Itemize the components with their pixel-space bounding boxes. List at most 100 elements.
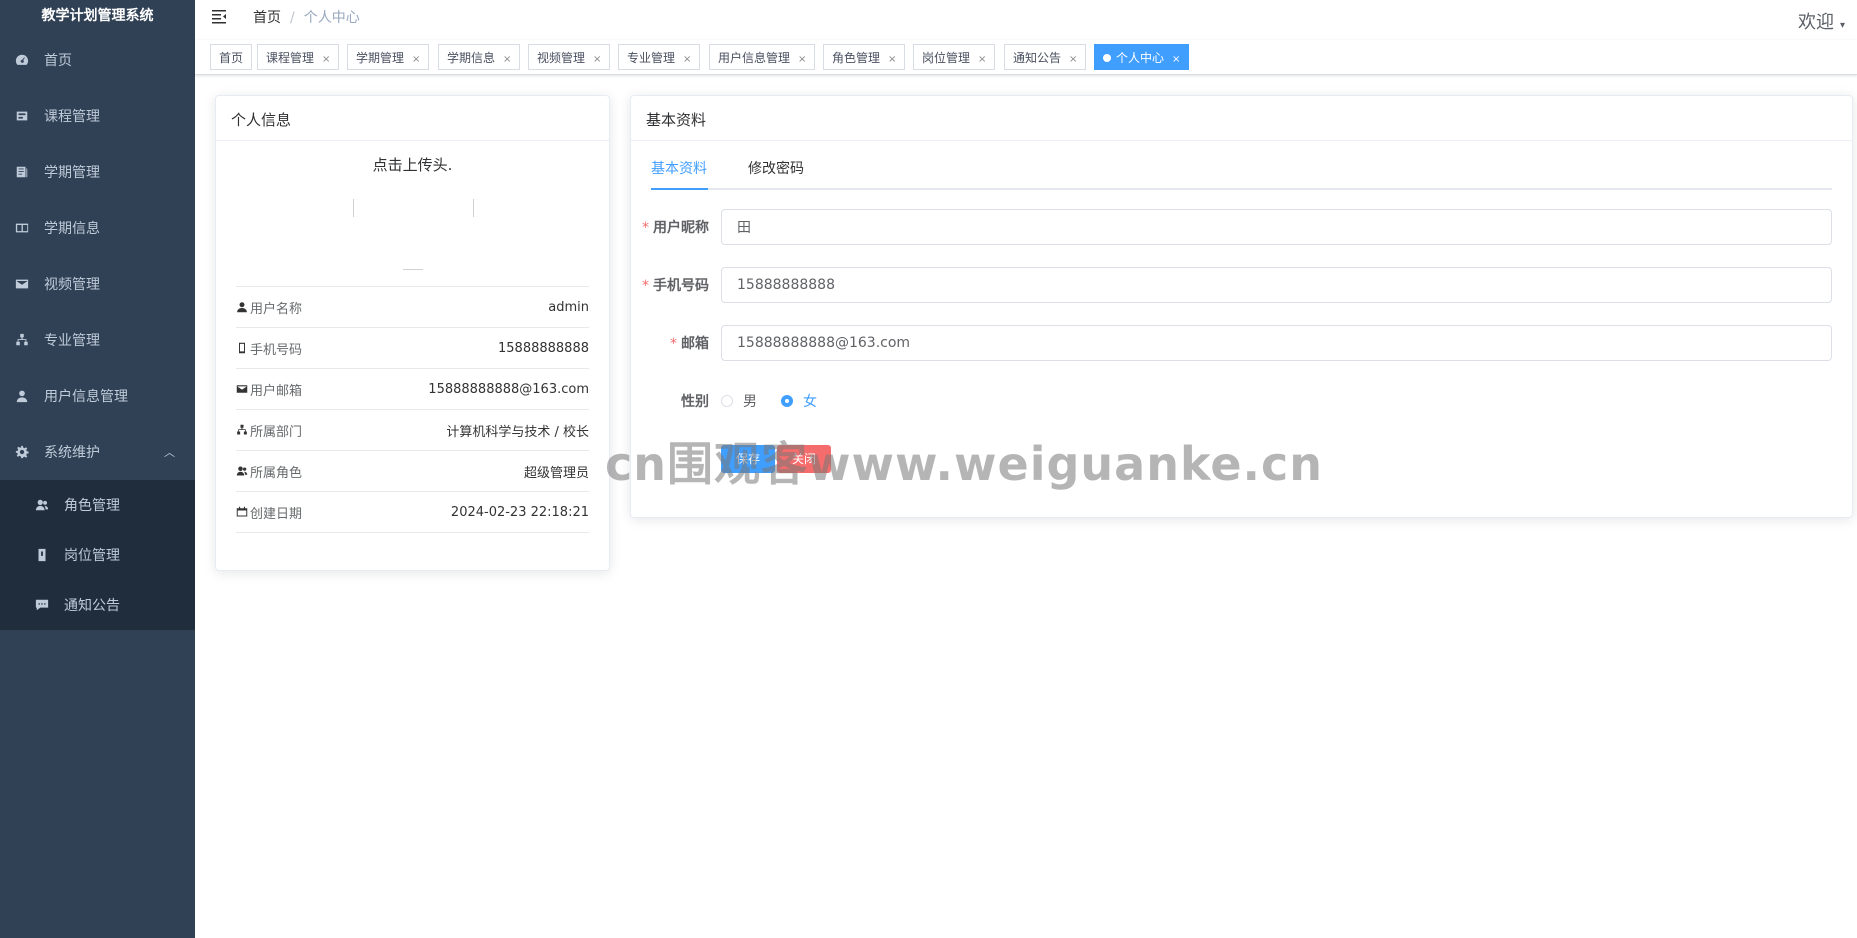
- watermark: cn围观客www.weiguanke.cn: [605, 437, 1324, 491]
- info-value: admin: [548, 299, 589, 315]
- gender-radio-male[interactable]: 男: [721, 391, 757, 411]
- close-icon[interactable]: ×: [1172, 54, 1180, 65]
- sidebar-item-label: 用户信息管理: [44, 389, 128, 405]
- tag-video[interactable]: 视频管理 ×: [528, 44, 611, 70]
- phone-icon: [239, 342, 245, 354]
- tag-term-info[interactable]: 学期信息 ×: [438, 44, 521, 70]
- tab-change-password[interactable]: 修改密码: [748, 158, 804, 178]
- email-label: 邮箱: [681, 336, 709, 352]
- breadcrumb-current: 个人中心: [303, 10, 360, 26]
- phone-label: 手机号码: [653, 278, 709, 294]
- sidebar-item-label: 学期管理: [44, 165, 100, 181]
- radio-circle: [721, 395, 733, 407]
- sidebar-item-home[interactable]: 首页: [0, 32, 195, 88]
- tag-major[interactable]: 专业管理 ×: [618, 44, 701, 70]
- info-label: 用户邮箱: [250, 383, 303, 399]
- tab-basic-info[interactable]: 基本资料: [651, 158, 707, 178]
- sidebar-item-label: 系统维护: [44, 445, 100, 461]
- avatar-outline: [403, 269, 423, 270]
- tag-label: 用户信息管理: [718, 51, 791, 65]
- radio-circle: [781, 395, 793, 407]
- tabs: 基本资料 修改密码: [651, 152, 1832, 190]
- date-icon: [236, 506, 248, 517]
- close-icon[interactable]: ×: [593, 54, 601, 65]
- close-icon[interactable]: ×: [412, 54, 420, 65]
- tag-label: 角色管理: [832, 51, 881, 65]
- tag-label: 岗位管理: [922, 51, 971, 65]
- sidebar-item-label: 首页: [44, 53, 72, 69]
- list-item: 所属角色 超级管理员: [236, 451, 589, 492]
- list-item: 所属部门 计算机科学与技术 / 校长: [236, 410, 589, 451]
- tab-active-bar: [651, 188, 708, 190]
- tag-home[interactable]: 首页: [210, 44, 253, 70]
- close-icon[interactable]: ×: [322, 54, 330, 65]
- hamburger-icon[interactable]: [211, 8, 227, 24]
- info-value: 计算机科学与技术 / 校长: [446, 424, 589, 440]
- avatar-upload-hint: 点击上传头.: [372, 156, 453, 174]
- sidebar-item-video[interactable]: 视频管理: [0, 256, 195, 312]
- tag-label: 通知公告: [1013, 51, 1062, 65]
- nickname-input[interactable]: [721, 209, 1832, 245]
- breadcrumb-separator: /: [290, 10, 295, 26]
- sidebar-item-role[interactable]: 角色管理: [0, 480, 195, 530]
- sidebar-item-system[interactable]: 系统维护 ︿: [0, 424, 195, 480]
- profile-card-title: 个人信息: [216, 96, 609, 141]
- email-input[interactable]: [721, 325, 1832, 361]
- sidebar-item-post[interactable]: 岗位管理: [0, 530, 195, 580]
- caret-down-icon: ▾: [1839, 20, 1845, 31]
- sidebar-item-label: 视频管理: [44, 277, 100, 293]
- mail-icon: [14, 276, 30, 292]
- tag-term[interactable]: 学期管理 ×: [347, 44, 430, 70]
- close-icon[interactable]: ×: [1069, 54, 1077, 65]
- form-item-phone: * 手机号码: [631, 266, 1832, 304]
- required-mark: *: [642, 278, 649, 294]
- peoples-icon: [236, 466, 248, 476]
- required-mark: *: [642, 220, 649, 236]
- close-icon[interactable]: ×: [683, 54, 691, 65]
- form-item-gender: 性别 男 女: [631, 382, 1832, 420]
- required-mark: *: [670, 336, 677, 352]
- gender-label: 性别: [681, 394, 709, 410]
- chevron-up-icon: ︿: [164, 446, 175, 459]
- sidebar-item-label: 通知公告: [64, 598, 120, 614]
- avatar-outline: [473, 199, 474, 217]
- sidebar-item-user-info[interactable]: 用户信息管理: [0, 368, 195, 424]
- breadcrumb: 首页 / 个人中心: [253, 7, 360, 27]
- close-icon[interactable]: ×: [978, 54, 986, 65]
- user-icon: [237, 302, 247, 313]
- close-icon[interactable]: ×: [888, 54, 896, 65]
- info-label: 所属角色: [250, 465, 303, 481]
- gender-radio-female[interactable]: 女: [781, 391, 817, 411]
- tag-notice[interactable]: 通知公告 ×: [1004, 44, 1087, 70]
- phone-input[interactable]: [721, 267, 1832, 303]
- tag-user-info[interactable]: 用户信息管理 ×: [709, 44, 816, 70]
- profile-card: 个人信息 点击上传头. 用户名称 admin 手机号码 15888888888 …: [215, 95, 610, 571]
- tag-label: 课程管理: [266, 51, 315, 65]
- info-value: 15888888888: [498, 340, 589, 356]
- tag-profile[interactable]: 个人中心 ×: [1094, 44, 1190, 70]
- tag-label: 学期信息: [447, 51, 496, 65]
- user-dropdown[interactable]: 欢迎 ▾: [1798, 8, 1845, 34]
- sidebar-item-label: 专业管理: [44, 333, 100, 349]
- close-icon[interactable]: ×: [503, 54, 511, 65]
- breadcrumb-home[interactable]: 首页: [253, 10, 281, 26]
- tag-role[interactable]: 角色管理 ×: [823, 44, 906, 70]
- sidebar: 教学计划管理系统 首页 课程管理 学期管理 学期信息 视频管理 专业管理 用户信…: [0, 0, 195, 938]
- info-value: 2024-02-23 22:18:21: [450, 504, 589, 520]
- sidebar-item-notice[interactable]: 通知公告: [0, 580, 195, 630]
- close-icon[interactable]: ×: [798, 54, 806, 65]
- sidebar-item-major[interactable]: 专业管理: [0, 312, 195, 368]
- tag-course[interactable]: 课程管理 ×: [257, 44, 340, 70]
- info-label: 手机号码: [250, 342, 303, 358]
- sidebar-item-term-info[interactable]: 学期信息: [0, 200, 195, 256]
- tag-label: 学期管理: [356, 51, 405, 65]
- info-value: 15888888888@163.com: [428, 381, 589, 397]
- tag-post[interactable]: 岗位管理 ×: [913, 44, 996, 70]
- tag-label: 个人中心: [1116, 51, 1165, 65]
- navbar: 首页 / 个人中心 欢迎 ▾: [195, 0, 1857, 40]
- tag-label: 专业管理: [627, 51, 676, 65]
- sidebar-item-course[interactable]: 课程管理: [0, 88, 195, 144]
- email-icon: [236, 385, 248, 393]
- sidebar-item-term[interactable]: 学期管理: [0, 144, 195, 200]
- avatar-upload[interactable]: 点击上传头.: [216, 144, 609, 274]
